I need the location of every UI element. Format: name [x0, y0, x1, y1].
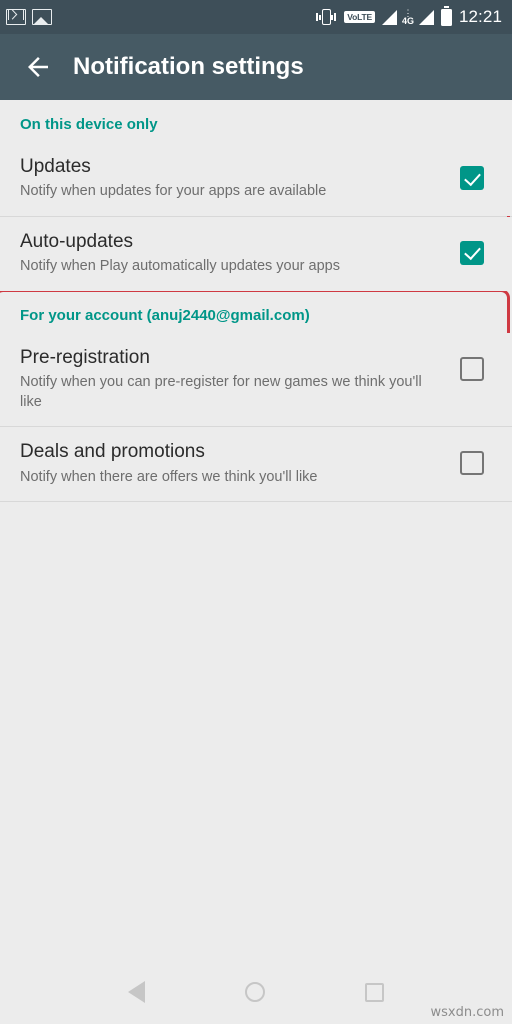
- checkbox-wrapper[interactable]: [452, 441, 492, 476]
- network-type-label: ⋮ 4G: [401, 8, 414, 26]
- nav-back-icon[interactable]: [128, 981, 145, 1003]
- setting-row-texts: Pre-registration Notify when you can pre…: [20, 347, 452, 413]
- checkbox-unchecked-icon[interactable]: [460, 451, 484, 476]
- status-bar-notification-icons: [6, 9, 52, 25]
- setting-row-deals-and-promotions[interactable]: Deals and promotions Notify when there a…: [0, 427, 512, 502]
- setting-subtitle: Notify when updates for your apps are av…: [20, 183, 327, 200]
- setting-title: Deals and promotions: [20, 441, 205, 463]
- volte-icon: VoLTE: [344, 11, 375, 23]
- setting-row-texts: Auto-updates Notify when Play automatica…: [20, 231, 452, 277]
- checkbox-unchecked-icon[interactable]: [460, 356, 484, 381]
- setting-row-auto-updates[interactable]: Auto-updates Notify when Play automatica…: [0, 216, 512, 291]
- setting-subtitle: Notify when Play automatically updates y…: [20, 258, 340, 275]
- battery-icon: [440, 5, 452, 26]
- setting-row-texts: Updates Notify when updates for your app…: [20, 156, 452, 202]
- setting-row-updates[interactable]: Updates Notify when updates for your app…: [0, 142, 512, 216]
- list-bottom-divider: [0, 501, 512, 503]
- status-bar-clock: 12:21: [458, 7, 502, 26]
- status-bar: VoLTE ⋮ 4G 12:21: [0, 0, 512, 34]
- gmail-icon: [6, 9, 26, 25]
- vibrate-icon: [315, 8, 337, 26]
- section-on-this-device: On this device only Updates Notify when …: [0, 100, 512, 368]
- app-bar: Notification settings: [0, 34, 512, 100]
- section-header: On this device only: [20, 116, 158, 133]
- setting-title: Pre-registration: [20, 346, 150, 368]
- setting-title: Updates: [20, 156, 91, 177]
- watermark: wsxdn.com: [430, 1005, 505, 1020]
- photos-icon: [32, 9, 52, 25]
- settings-list: On this device only Updates Notify when …: [0, 100, 512, 503]
- back-arrow-icon[interactable]: [10, 39, 66, 95]
- section-for-your-account: For your account (anuj2440@gmail.com) Pr…: [0, 291, 512, 503]
- page-title: Notification settings: [73, 53, 304, 80]
- network-generation: 4G: [401, 16, 414, 26]
- setting-title: Auto-updates: [20, 230, 134, 252]
- nav-home-icon[interactable]: [245, 982, 265, 1002]
- checkbox-wrapper[interactable]: [452, 156, 492, 190]
- setting-subtitle: Notify when there are offers we think yo…: [20, 468, 318, 485]
- signal-icon: [381, 9, 397, 25]
- checkbox-checked-icon[interactable]: [460, 240, 484, 265]
- signal-icon: [418, 9, 434, 25]
- checkbox-wrapper[interactable]: [452, 231, 492, 265]
- status-bar-system-icons: VoLTE ⋮ 4G 12:21: [315, 5, 502, 27]
- checkbox-wrapper[interactable]: [452, 347, 492, 381]
- setting-subtitle: Notify when you can pre-register for new…: [20, 374, 422, 410]
- section-header: For your account (anuj2440@gmail.com): [20, 306, 310, 324]
- setting-row-pre-registration[interactable]: Pre-registration Notify when you can pre…: [0, 332, 512, 427]
- nav-recents-icon[interactable]: [365, 982, 384, 1002]
- setting-row-texts: Deals and promotions Notify when there a…: [20, 441, 452, 487]
- phone-screen: VoLTE ⋮ 4G 12:21 Notification settings O…: [0, 0, 512, 1024]
- highlighted-group: Updates Notify when updates for your app…: [0, 142, 512, 368]
- checkbox-checked-icon[interactable]: [460, 166, 484, 190]
